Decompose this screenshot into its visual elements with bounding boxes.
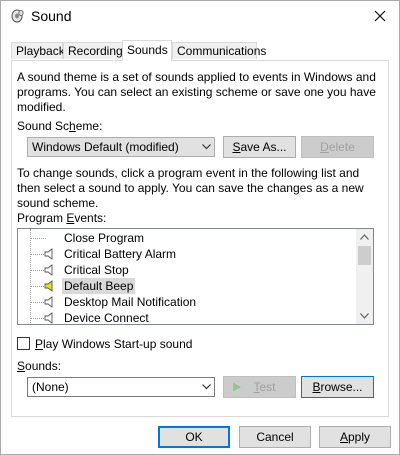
browse-label: Browse... xyxy=(312,380,363,394)
event-label: Default Beep xyxy=(62,278,136,294)
event-item[interactable]: Default Beep xyxy=(18,278,348,294)
intro-text: A sound theme is a set of sounds applied… xyxy=(17,70,376,114)
event-item[interactable]: Device Connect xyxy=(18,310,348,325)
speaker-icon xyxy=(44,264,53,276)
speaker-icon xyxy=(44,296,53,308)
sound-value: (None) xyxy=(32,380,69,394)
speaker-icon xyxy=(44,280,53,292)
chevron-down-icon xyxy=(202,384,211,390)
apply-label: Apply xyxy=(339,430,371,444)
tab-sounds[interactable]: Sounds xyxy=(122,40,172,61)
test-label: Test xyxy=(253,380,276,394)
program-events-list[interactable]: Close Program Critical Battery Alarm Criti… xyxy=(17,228,374,325)
sound-dialog: Sound Playback Recording Sounds Communic… xyxy=(0,0,400,455)
tab-communications[interactable]: Communications xyxy=(172,42,266,59)
sounds-label: Sounds: xyxy=(17,359,62,373)
speaker-icon xyxy=(44,312,53,324)
close-icon xyxy=(374,10,386,22)
save-as-label: Save As... xyxy=(232,140,287,154)
ok-button[interactable]: OK xyxy=(158,426,230,448)
tab-recording[interactable]: Recording xyxy=(63,42,123,59)
event-item[interactable]: Close Program xyxy=(18,230,348,246)
startup-sound-label[interactable]: Play Windows Start-up sound xyxy=(35,337,192,351)
tab-recording-label: Recording xyxy=(68,44,123,58)
chevron-down-icon xyxy=(360,313,369,319)
vertical-scrollbar[interactable] xyxy=(356,229,373,324)
browse-button[interactable]: Browse... xyxy=(301,376,374,398)
tree-connector xyxy=(30,238,46,239)
close-button[interactable] xyxy=(367,4,393,28)
cancel-button[interactable]: Cancel xyxy=(239,426,311,448)
event-label: Critical Battery Alarm xyxy=(64,247,177,261)
scroll-thumb[interactable] xyxy=(358,246,371,265)
chevron-down-icon xyxy=(202,144,211,150)
change-text: To change sounds, click a program event … xyxy=(17,166,364,210)
save-as-button[interactable]: Save As... xyxy=(223,136,296,158)
speaker-icon xyxy=(44,248,53,260)
event-label: Desktop Mail Notification xyxy=(64,295,197,309)
chevron-up-icon xyxy=(360,234,369,240)
tab-playback[interactable]: Playback xyxy=(11,42,65,59)
title-bar[interactable]: Sound xyxy=(1,1,399,32)
test-button[interactable]: Test xyxy=(223,376,296,398)
play-icon xyxy=(233,382,241,392)
event-label: Device Connect xyxy=(64,311,149,325)
scheme-value: Windows Default (modified) xyxy=(32,140,179,154)
ok-label: OK xyxy=(185,430,203,444)
speaker-app-icon xyxy=(11,9,24,23)
tab-communications-label: Communications xyxy=(177,44,267,58)
tab-playback-label: Playback xyxy=(16,44,65,58)
startup-sound-checkbox[interactable] xyxy=(17,337,30,350)
apply-button[interactable]: Apply xyxy=(319,426,391,448)
window-title: Sound xyxy=(31,8,72,24)
scroll-down-button[interactable] xyxy=(356,308,373,324)
delete-label: Delete xyxy=(320,140,355,154)
scheme-label: Sound Scheme: xyxy=(17,119,103,133)
delete-button[interactable]: Delete xyxy=(301,136,374,158)
cancel-label: Cancel xyxy=(256,430,294,444)
scheme-select[interactable]: Windows Default (modified) xyxy=(27,137,215,157)
event-label: Critical Stop xyxy=(64,263,129,277)
event-item[interactable]: Critical Stop xyxy=(18,262,348,278)
sound-select[interactable]: (None) xyxy=(27,377,215,397)
tab-sounds-label: Sounds xyxy=(127,43,168,57)
event-label: Close Program xyxy=(64,231,145,245)
events-label: Program Events: xyxy=(17,211,107,225)
event-item[interactable]: Critical Battery Alarm xyxy=(18,246,348,262)
scroll-up-button[interactable] xyxy=(356,229,373,245)
event-item[interactable]: Desktop Mail Notification xyxy=(18,294,348,310)
